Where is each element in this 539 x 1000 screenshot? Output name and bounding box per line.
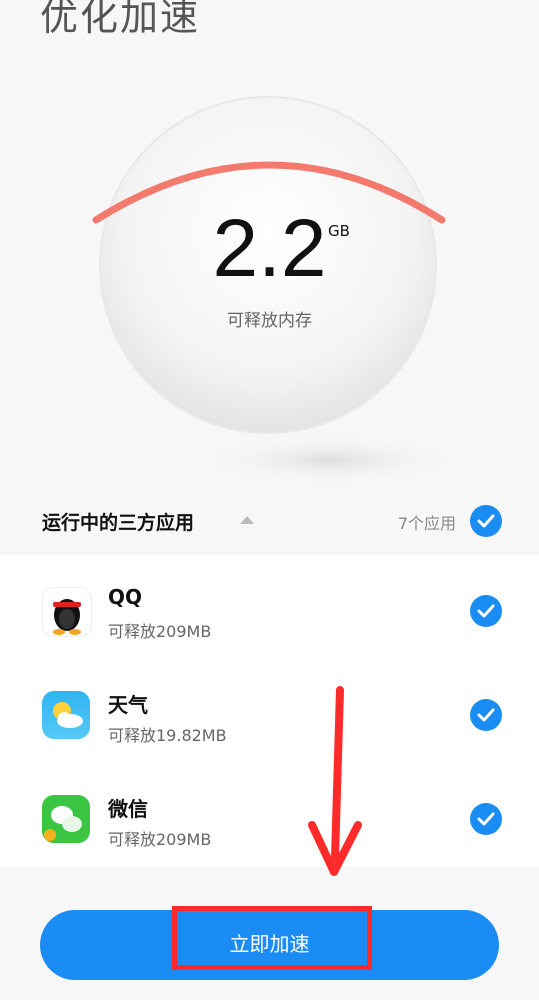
list-item[interactable]: 天气 可释放19.82MB: [0, 659, 539, 763]
weather-icon: [42, 691, 90, 739]
app-release-size: 可释放19.82MB: [108, 726, 227, 745]
page-title: 优化加速: [40, 0, 201, 39]
app-release-size: 可释放209MB: [108, 830, 212, 849]
app-check-icon[interactable]: [470, 699, 502, 731]
select-all-check-icon[interactable]: [470, 505, 502, 537]
section-title: 运行中的三方应用: [42, 512, 195, 534]
memory-value: 2.2: [212, 203, 327, 294]
app-name: 微信: [108, 797, 148, 821]
app-name: QQ: [108, 585, 143, 609]
app-list: QQ 可释放209MB 天气 可释放19.82MB 微信 可释放209MB: [0, 555, 539, 867]
caret-up-icon[interactable]: [240, 516, 254, 524]
memory-unit: GB: [328, 222, 350, 240]
boost-now-button[interactable]: 立即加速: [40, 910, 499, 980]
app-name: 天气: [108, 693, 148, 717]
app-count: 7个应用: [397, 514, 456, 533]
app-check-icon[interactable]: [470, 803, 502, 835]
list-item[interactable]: QQ 可释放209MB: [0, 555, 539, 659]
memory-label: 可释放内存: [227, 311, 312, 331]
running-apps-header[interactable]: 运行中的三方应用 7个应用: [42, 505, 502, 537]
list-item[interactable]: 微信 可释放209MB: [0, 763, 539, 867]
qq-penguin-icon: [42, 587, 92, 637]
app-release-size: 可释放209MB: [108, 622, 212, 641]
app-check-icon[interactable]: [470, 595, 502, 627]
wechat-icon: [42, 795, 90, 843]
